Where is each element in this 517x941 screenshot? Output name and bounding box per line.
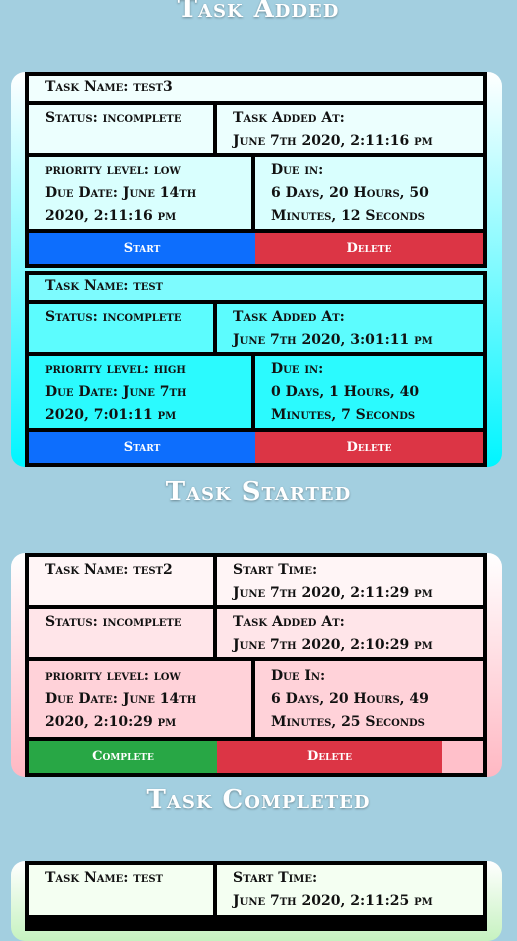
task-added-at: Task Added At: June 7th 2020, 3:01:11 pm xyxy=(217,304,483,352)
task-added-at: Task Added At: June 7th 2020, 2:10:29 pm xyxy=(217,609,483,657)
task-due-in: Due In: 6 Days, 20 Hours, 49 Minutes, 25… xyxy=(255,661,483,737)
task-card: Task Name: test Status: incomplete Task … xyxy=(25,271,487,467)
task-card: Task Name: test2 Start Time: June 7th 20… xyxy=(25,553,487,777)
task-status: Status: incomplete xyxy=(29,304,213,352)
task-status: Status: incomplete xyxy=(29,105,213,153)
start-button[interactable]: Start xyxy=(29,233,255,264)
delete-button[interactable]: Delete xyxy=(255,233,483,264)
task-due-in: Due in: 6 Days, 20 Hours, 50 Minutes, 12… xyxy=(255,157,483,229)
task-card: Task Name: test3 Status: incomplete Task… xyxy=(25,72,487,268)
delete-button[interactable]: Delete xyxy=(255,432,483,463)
task-name: Task Name: test xyxy=(29,275,483,300)
task-status: Status: incomplete xyxy=(29,609,213,657)
task-priority-due-date: priority level: high Due Date: June 7th … xyxy=(29,356,251,428)
section-title-started: Task Started xyxy=(165,477,352,507)
task-due-in: Due in: 0 Days, 1 Hours, 40 Minutes, 7 S… xyxy=(255,356,483,428)
start-button[interactable]: Start xyxy=(29,432,255,463)
delete-button[interactable]: Delete xyxy=(217,741,442,773)
task-priority-due-date: priority level: low Due Date: June 14th … xyxy=(29,661,251,737)
complete-button[interactable]: Complete xyxy=(29,741,217,773)
task-added-at: Task Added At: June 7th 2020, 2:11:16 pm xyxy=(217,105,483,153)
section-title-added: Task Added xyxy=(177,0,340,24)
task-name: Task Name: test3 xyxy=(29,76,483,101)
task-name: Task Name: test xyxy=(29,865,213,915)
task-priority-due-date: priority level: low Due Date: June 14th … xyxy=(29,157,251,229)
task-name: Task Name: test2 xyxy=(29,557,213,605)
task-start-time: Start Time: June 7th 2020, 2:11:29 pm xyxy=(217,557,483,605)
section-title-completed: Task Completed xyxy=(146,785,371,815)
task-start-time: Start Time: June 7th 2020, 2:11:25 pm xyxy=(217,865,483,915)
task-card: Task Name: test Start Time: June 7th 202… xyxy=(25,861,487,931)
